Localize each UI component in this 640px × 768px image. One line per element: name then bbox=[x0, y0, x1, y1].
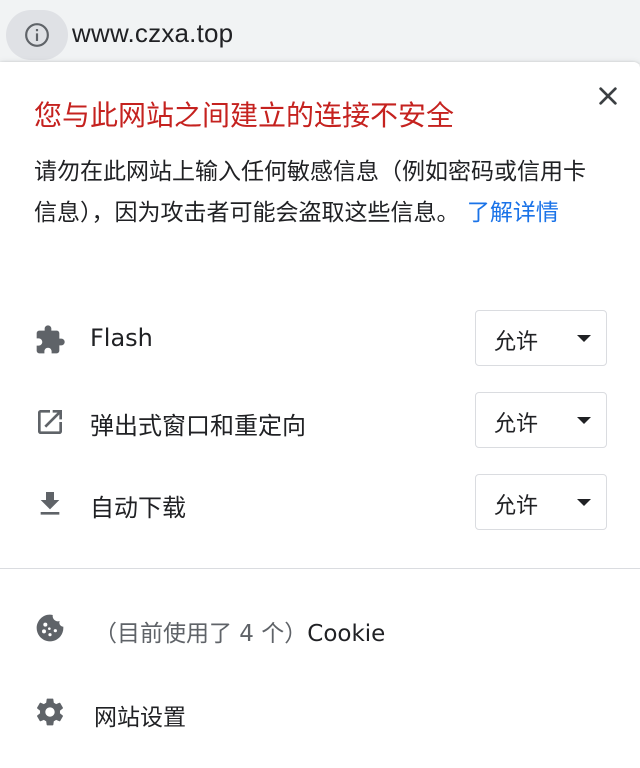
cookies-text: （目前使用了 4 个）Cookie bbox=[94, 614, 385, 648]
close-button[interactable] bbox=[592, 80, 624, 112]
connection-warning-title: 您与此网站之间建立的连接不安全 bbox=[34, 99, 455, 132]
info-icon bbox=[25, 23, 49, 47]
close-icon bbox=[599, 87, 617, 105]
download-icon bbox=[40, 492, 60, 515]
cookie-icon bbox=[36, 614, 64, 642]
select-value: 允许 bbox=[494, 330, 539, 355]
address-bar: www.czxa.top bbox=[0, 0, 640, 64]
permission-row-downloads: 自动下载 允许 bbox=[0, 474, 640, 534]
cookies-count: （目前使用了 4 个） bbox=[94, 621, 308, 647]
chevron-down-icon bbox=[577, 335, 591, 342]
open-in-new-icon bbox=[38, 410, 62, 434]
select-value: 允许 bbox=[494, 412, 539, 437]
downloads-permission-select[interactable]: 允许 bbox=[475, 474, 607, 530]
permission-label-popups: 弹出式窗口和重定向 bbox=[90, 412, 306, 440]
site-settings-row[interactable]: 网站设置 bbox=[0, 682, 640, 742]
permission-row-popups: 弹出式窗口和重定向 允许 bbox=[0, 392, 640, 452]
permission-row-flash: Flash 允许 bbox=[0, 310, 640, 370]
permission-label-downloads: 自动下载 bbox=[90, 494, 186, 522]
popups-permission-select[interactable]: 允许 bbox=[475, 392, 607, 448]
connection-warning-description: 请勿在此网站上输入任何敏感信息（例如密码或信用卡信息），因为攻击者可能会盗取这些… bbox=[34, 152, 606, 234]
cookies-row[interactable]: （目前使用了 4 个）Cookie bbox=[0, 598, 640, 658]
site-info-button[interactable] bbox=[6, 10, 68, 60]
gear-icon bbox=[37, 698, 63, 726]
url-text[interactable]: www.czxa.top bbox=[72, 18, 233, 49]
puzzle-piece-icon bbox=[36, 325, 65, 354]
flash-permission-select[interactable]: 允许 bbox=[475, 310, 607, 366]
learn-more-link[interactable]: 了解详情 bbox=[467, 200, 559, 226]
chevron-down-icon bbox=[577, 499, 591, 506]
cookies-label: Cookie bbox=[307, 621, 386, 647]
site-settings-label: 网站设置 bbox=[94, 705, 186, 731]
chevron-down-icon bbox=[577, 417, 591, 424]
section-divider bbox=[0, 568, 640, 569]
permission-label-flash: Flash bbox=[90, 324, 153, 352]
select-value: 允许 bbox=[494, 494, 539, 519]
